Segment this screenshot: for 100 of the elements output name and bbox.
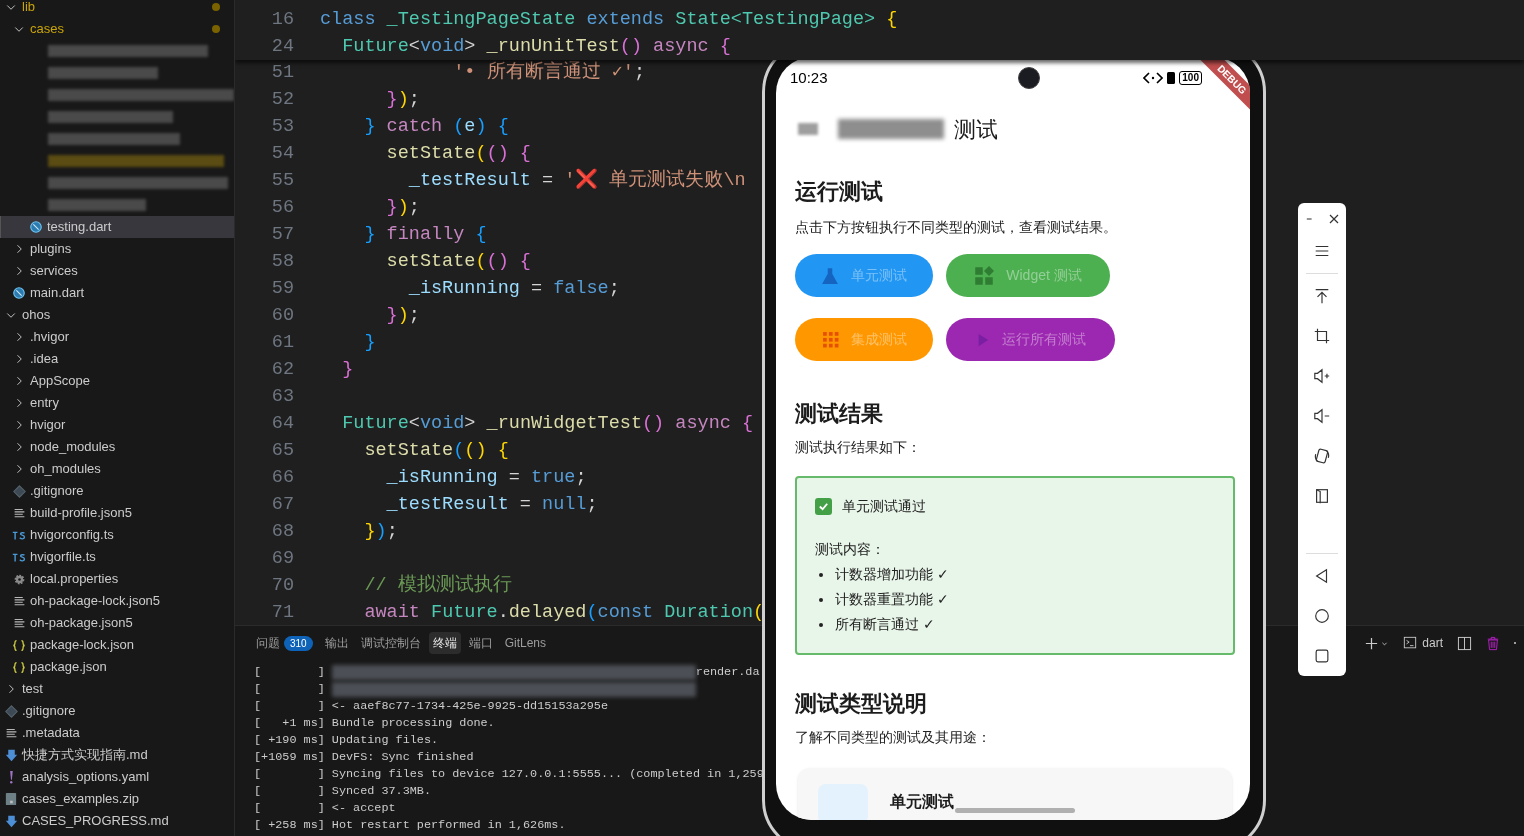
code-text: }); [385, 87, 420, 112]
section-description: 点击下方按钮执行不同类型的测试，查看测试结果。 [795, 218, 1118, 237]
code-text: setState(() { [385, 249, 531, 274]
folder-row[interactable]: node_modules [0, 436, 234, 458]
new-terminal-button[interactable] [1364, 635, 1389, 651]
type-icon [818, 784, 868, 820]
download-arrow-icon [4, 814, 18, 828]
folder-row[interactable]: hvigor [0, 414, 234, 436]
line-number: 61 [270, 330, 294, 355]
panel-tab[interactable]: GitLens [500, 632, 551, 654]
terminal-line: [ ] <- aaef8c77-1734-425e-9925-dd15153a295e [254, 698, 608, 715]
file-row[interactable]: oh-package-lock.json5 [0, 590, 234, 612]
file-row[interactable]: .gitignore [0, 700, 234, 722]
line-number: 62 [270, 357, 294, 382]
code-text: setState(() { [385, 141, 531, 166]
line-number: 57 [270, 222, 294, 247]
file-row[interactable]: CASES_PROGRESS.md [0, 810, 234, 832]
code-text: _isRunning = true; [385, 465, 587, 490]
folder-row[interactable]: AppScope [0, 370, 234, 392]
status-time: 10:23 [790, 67, 828, 88]
battery-indicator: 100 [1179, 71, 1202, 85]
app-bar-title: 测试 [954, 115, 998, 144]
file-row[interactable]: package-lock.json [0, 634, 234, 656]
line-number: 56 [270, 195, 294, 220]
result-item: 计数器重置功能 ✓ [835, 590, 949, 609]
section-heading: 运行测试 [795, 178, 884, 206]
lines-file-icon [12, 506, 26, 520]
code-text: }); [385, 303, 420, 328]
trash-button[interactable] [1486, 635, 1500, 651]
line-number: 63 [270, 384, 294, 409]
file-row[interactable]: analysis_options.yaml [0, 766, 234, 788]
file-row[interactable]: cases_examples.zip [0, 788, 234, 810]
file-row[interactable]: hvigorfile.ts [0, 546, 234, 568]
panel-tab[interactable]: 端口 [464, 632, 497, 654]
file-row[interactable]: .gitignore [0, 480, 234, 502]
exclamation-icon [7, 770, 15, 784]
folder-row[interactable]: ohos [0, 304, 234, 326]
panel-tab[interactable]: 输出 [320, 632, 353, 654]
dart-file-icon [29, 220, 43, 234]
file-row[interactable]: hvigorconfig.ts [0, 524, 234, 546]
code-text: _isRunning = false; [407, 276, 620, 301]
folder-row[interactable]: plugins [0, 238, 234, 260]
terminal-selector[interactable]: dart [1402, 634, 1443, 652]
archive-file-icon [5, 792, 17, 806]
diamond-file-icon [4, 704, 18, 718]
lines-file-icon [12, 594, 26, 608]
line-number: 66 [270, 465, 294, 490]
file-row[interactable]: .metadata [0, 722, 234, 744]
terminal-icon [1402, 636, 1419, 650]
panel-tab[interactable]: 问题 310 [252, 632, 317, 654]
folder-row[interactable]: services [0, 260, 234, 282]
grid-icon [821, 331, 839, 348]
folder-row[interactable]: oh_modules [0, 458, 234, 480]
code-text: '• 所有断言通过 ✓'; [452, 60, 645, 85]
blurred-icon [798, 123, 818, 135]
terminal-line: [ ] Synced 37.3MB. [254, 783, 431, 800]
line-number: 67 [270, 492, 294, 517]
line-number: 65 [270, 438, 294, 463]
folder-row[interactable]: cases [0, 18, 234, 40]
volume-up-icon [1313, 367, 1331, 385]
file-row[interactable]: local.properties [0, 568, 234, 590]
close-icon [1329, 214, 1339, 224]
terminal-line: [ +190 ms] Updating files. [254, 732, 439, 749]
code-text: } [341, 357, 354, 382]
crop-icon [1313, 327, 1331, 345]
code-text: Future<void> _runWidgetTest() async { [341, 411, 754, 436]
line-number: 68 [270, 519, 294, 544]
panel-tab[interactable]: 终端 [428, 632, 461, 654]
line-number: 53 [270, 114, 294, 139]
panel-tab[interactable]: 调试控制台 [356, 632, 425, 654]
folder-row[interactable]: entry [0, 392, 234, 414]
terminal-line: [ ] [254, 681, 325, 698]
line-number: 69 [270, 546, 294, 571]
circle-home-icon [1313, 607, 1331, 625]
code-text: }); [363, 519, 398, 544]
diamond-file-icon [12, 484, 26, 498]
ts-file-icon [12, 529, 26, 541]
result-subtitle: 测试内容： [815, 540, 886, 559]
file-row[interactable]: 快捷方式实现指南.md [0, 744, 234, 766]
bullet-icon [819, 622, 823, 627]
split-button[interactable] [1457, 635, 1472, 651]
file-row[interactable]: testing.dart [0, 216, 234, 238]
line-number: 58 [270, 249, 294, 274]
file-row[interactable]: build-profile.json5 [0, 502, 234, 524]
file-row[interactable]: package.json [0, 656, 234, 678]
folder-row[interactable]: lib [0, 0, 234, 18]
line-number: 16 [270, 7, 294, 32]
count-badge: 310 [284, 635, 313, 651]
code-text: setState(() { [363, 438, 509, 463]
minus-icon [1306, 215, 1314, 223]
bullet-icon [819, 572, 823, 577]
folder-row[interactable]: test [0, 678, 234, 700]
line-number: 52 [270, 87, 294, 112]
gear-icon [12, 572, 26, 586]
file-row[interactable]: main.dart [0, 282, 234, 304]
folder-row[interactable]: .hvigor [0, 326, 234, 348]
arrow-up-to-line-icon [1313, 287, 1331, 305]
lines-file-icon [4, 726, 18, 740]
file-row[interactable]: oh-package.json5 [0, 612, 234, 634]
folder-row[interactable]: .idea [0, 348, 234, 370]
